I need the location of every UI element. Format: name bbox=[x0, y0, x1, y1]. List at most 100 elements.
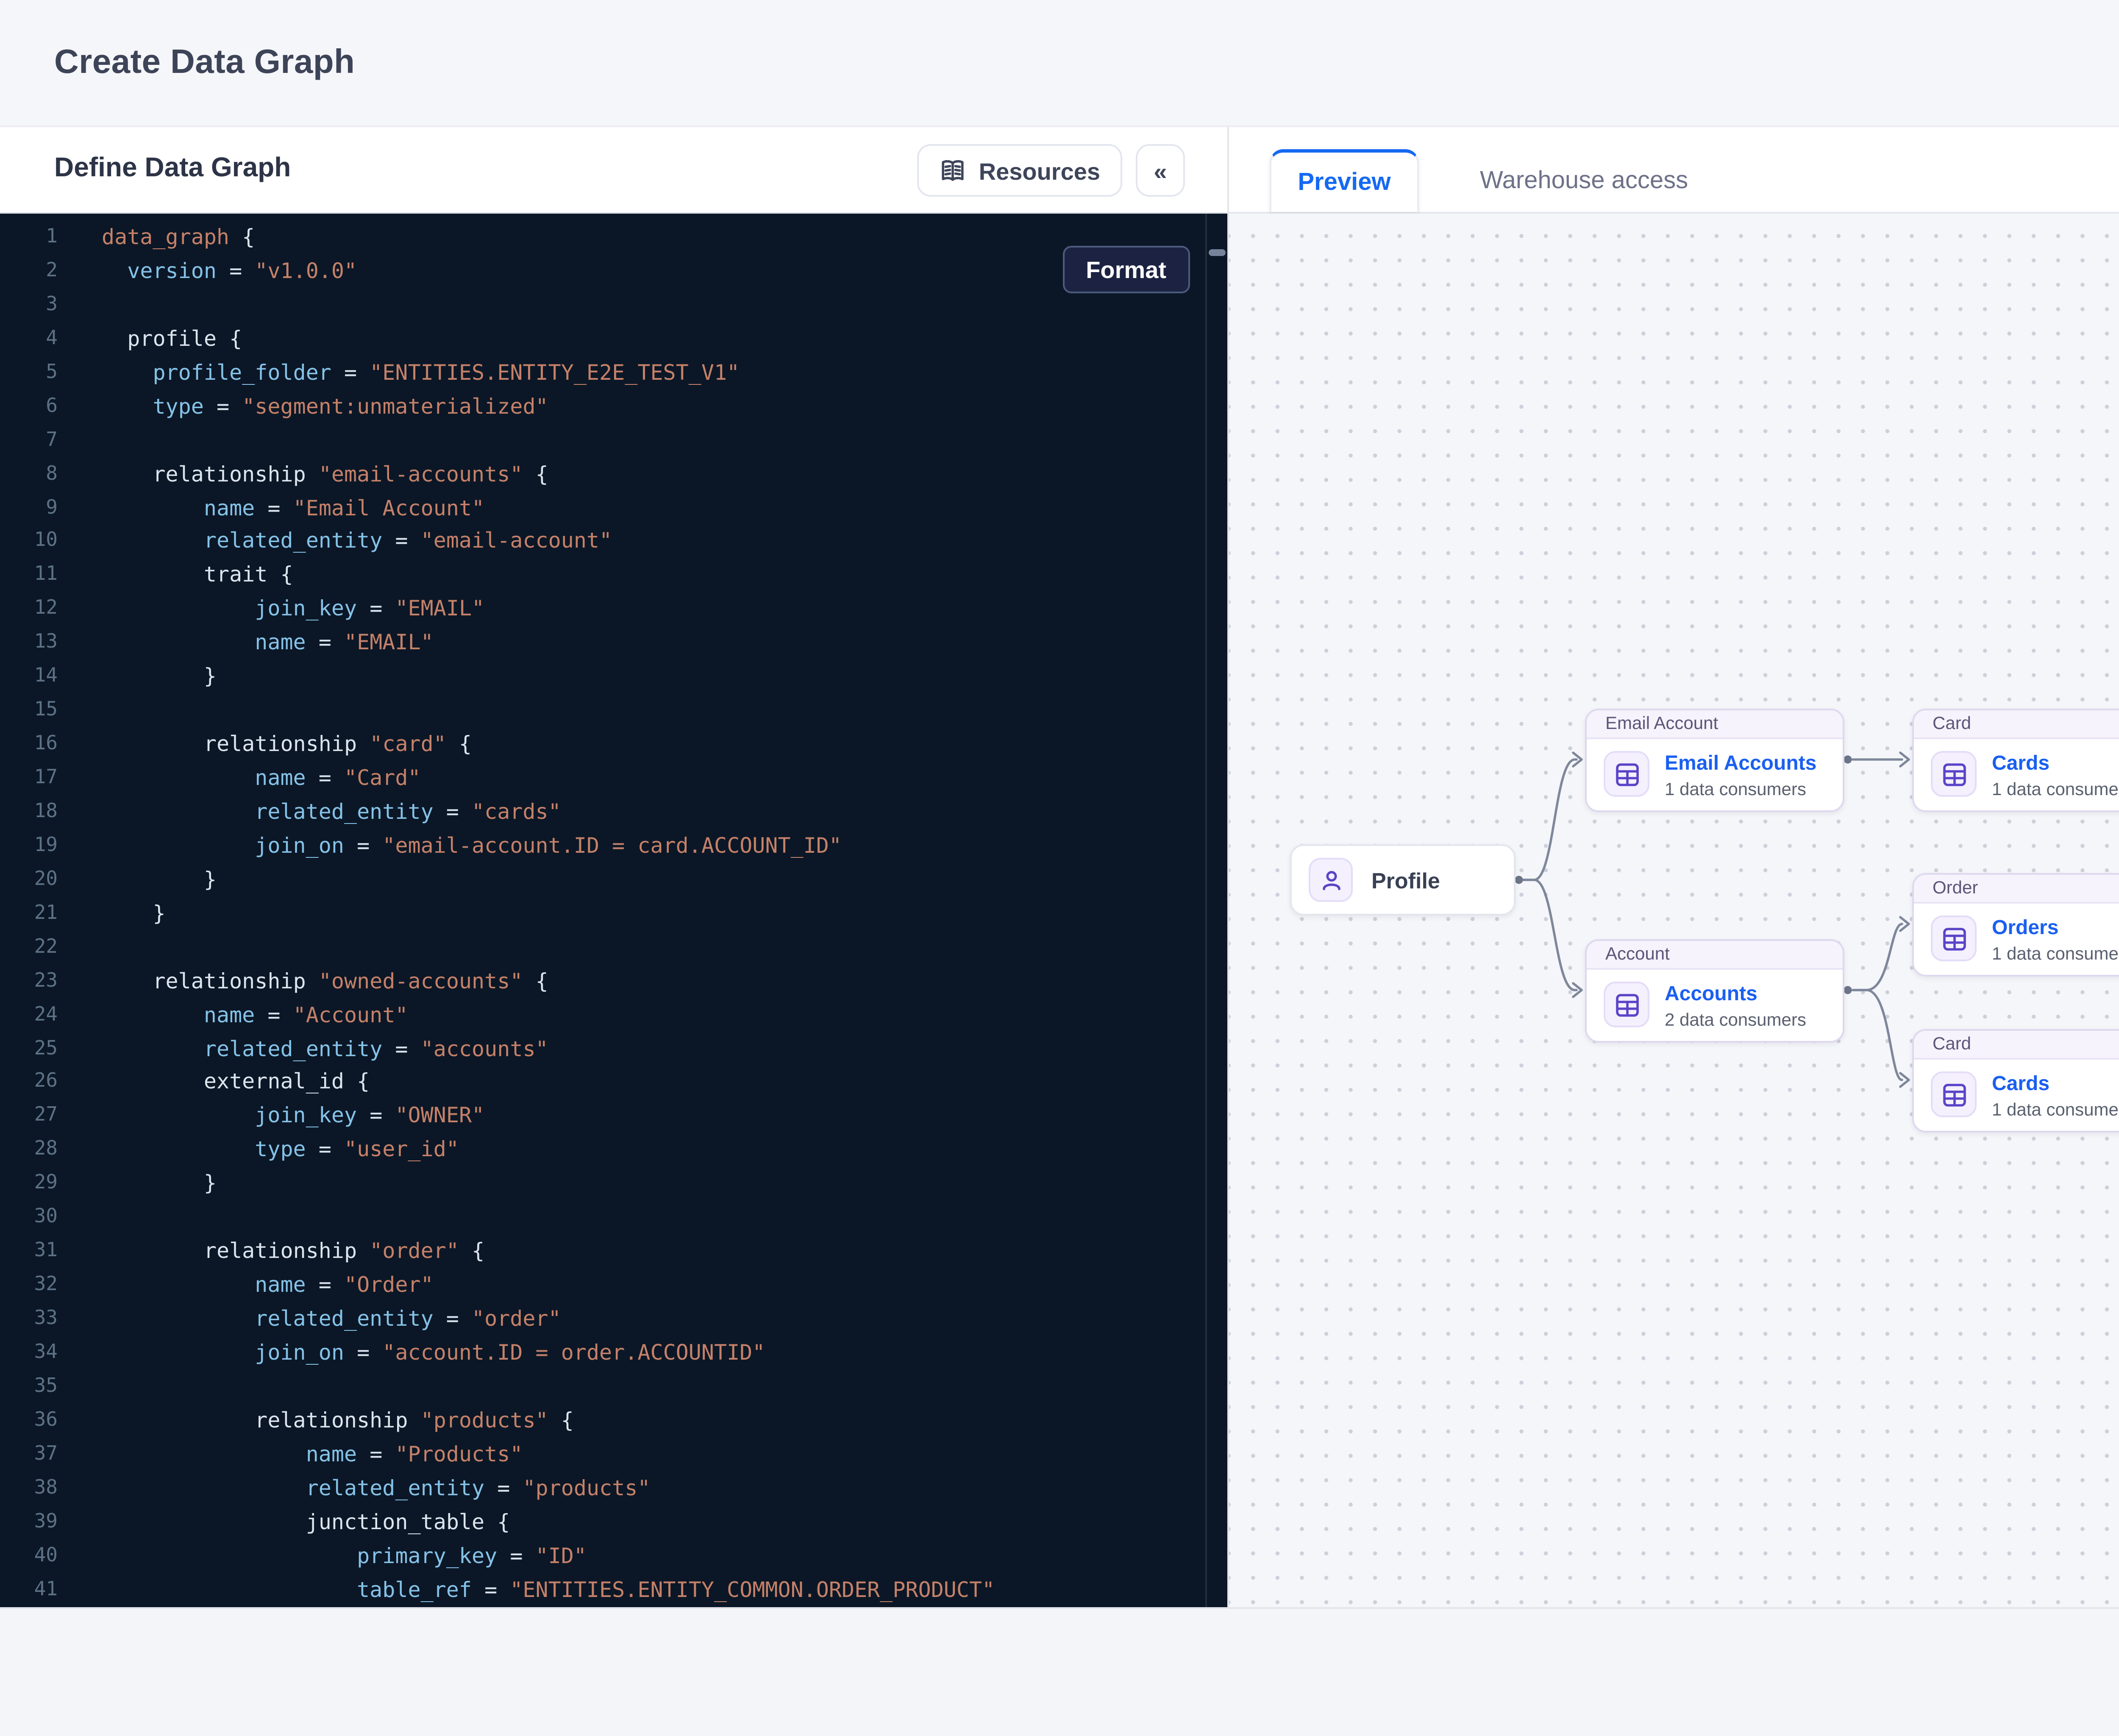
line-number: 30 bbox=[0, 1201, 58, 1235]
line-number: 23 bbox=[0, 964, 58, 998]
line-number: 21 bbox=[0, 896, 58, 930]
line-number: 25 bbox=[0, 1032, 58, 1066]
code-line: 27 join_key = "OWNER" bbox=[0, 1099, 1227, 1133]
line-number: 15 bbox=[0, 694, 58, 728]
line-number: 14 bbox=[0, 660, 58, 694]
entity-consumers: 1 data consumers bbox=[1992, 1100, 2119, 1121]
code-line: 26 external_id { bbox=[0, 1066, 1227, 1099]
code-line: 13 name = "EMAIL" bbox=[0, 626, 1227, 660]
line-number: 4 bbox=[0, 322, 58, 356]
create-data-graph-screen: Create Data Graph Cancel Define Data Gra… bbox=[0, 0, 2119, 1736]
line-number: 16 bbox=[0, 727, 58, 761]
node-profile[interactable]: Profile bbox=[1290, 844, 1516, 915]
line-number: 36 bbox=[0, 1403, 58, 1437]
code-line: 39 junction_table { bbox=[0, 1505, 1227, 1539]
code-line: 7 bbox=[0, 423, 1227, 457]
resources-label: Resources bbox=[979, 157, 1100, 184]
entity-consumers: 1 data consumers bbox=[1992, 944, 2119, 965]
code-line: 25 related_entity = "accounts" bbox=[0, 1032, 1227, 1066]
code-line: 14 } bbox=[0, 660, 1227, 694]
node-group-card-bottom[interactable]: Card Cards 1 data consumers bbox=[1912, 1029, 2119, 1132]
table-icon-tile bbox=[1931, 915, 1977, 961]
person-icon bbox=[1318, 867, 1343, 893]
code-line: 22 bbox=[0, 930, 1227, 964]
profile-icon-tile bbox=[1309, 858, 1353, 902]
code-line: 2 version = "v1.0.0" bbox=[0, 254, 1227, 288]
line-number: 28 bbox=[0, 1133, 58, 1167]
code-line: 12 join_key = "EMAIL" bbox=[0, 592, 1227, 626]
group-header: Card bbox=[1914, 710, 2119, 739]
group-header: Order bbox=[1914, 875, 2119, 904]
code-line: 16 relationship "card" { bbox=[0, 727, 1227, 761]
line-number: 38 bbox=[0, 1471, 58, 1505]
resources-button[interactable]: Resources bbox=[918, 144, 1122, 197]
page-title: Create Data Graph bbox=[54, 43, 355, 82]
line-number: 19 bbox=[0, 829, 58, 863]
code-line: 17 name = "Card" bbox=[0, 761, 1227, 795]
line-number: 3 bbox=[0, 288, 58, 322]
chevron-double-left-icon: « bbox=[1154, 157, 1167, 184]
code-line: 35 bbox=[0, 1370, 1227, 1404]
footer-action-bar: Save bbox=[0, 1607, 2119, 1736]
line-number: 37 bbox=[0, 1437, 58, 1471]
line-number: 35 bbox=[0, 1370, 58, 1404]
node-group-email-account[interactable]: Email Account Email Accounts 1 data cons… bbox=[1585, 709, 1844, 812]
line-number: 13 bbox=[0, 626, 58, 660]
panel-title: Define Data Graph bbox=[54, 154, 291, 185]
line-number: 12 bbox=[0, 592, 58, 626]
tab-warehouse-access[interactable]: Warehouse access bbox=[1460, 149, 1708, 212]
code-line: 23 relationship "owned-accounts" { bbox=[0, 964, 1227, 998]
line-number: 27 bbox=[0, 1099, 58, 1133]
line-number: 39 bbox=[0, 1505, 58, 1539]
line-number: 18 bbox=[0, 795, 58, 829]
table-icon bbox=[1942, 1082, 1966, 1106]
code-line: 5 profile_folder = "ENTITIES.ENTITY_E2E_… bbox=[0, 356, 1227, 389]
code-content: 1data_graph {2 version = "v1.0.0"34 prof… bbox=[0, 214, 1227, 1606]
code-editor[interactable]: 1data_graph {2 version = "v1.0.0"34 prof… bbox=[0, 214, 1227, 1607]
line-number: 8 bbox=[0, 457, 58, 491]
code-line: 32 name = "Order" bbox=[0, 1268, 1227, 1302]
collapse-panel-button[interactable]: « bbox=[1136, 144, 1185, 197]
line-number: 20 bbox=[0, 862, 58, 896]
entity-link[interactable]: Orders bbox=[1992, 915, 2119, 941]
line-number: 32 bbox=[0, 1268, 58, 1302]
line-number: 1 bbox=[0, 220, 58, 254]
code-line: 21 } bbox=[0, 896, 1227, 930]
line-number: 33 bbox=[0, 1302, 58, 1336]
format-button[interactable]: Format bbox=[1062, 246, 1190, 293]
book-icon bbox=[940, 157, 967, 184]
tab-bar: Preview Warehouse access bbox=[1229, 127, 2119, 214]
preview-panel: Preview Warehouse access bbox=[1229, 127, 2119, 1607]
entity-link[interactable]: Email Accounts bbox=[1665, 751, 1816, 776]
code-line: 34 join_on = "account.ID = order.ACCOUNT… bbox=[0, 1336, 1227, 1370]
code-line: 18 related_entity = "cards" bbox=[0, 795, 1227, 829]
editor-scrollbar-thumb[interactable] bbox=[1209, 249, 1226, 256]
code-line: 19 join_on = "email-account.ID = card.AC… bbox=[0, 829, 1227, 863]
editor-scrollbar[interactable] bbox=[1205, 214, 1227, 1607]
graph-canvas[interactable]: Profile Email Account Email Accounts 1 d… bbox=[1229, 214, 2119, 1607]
table-icon bbox=[1942, 926, 1966, 950]
code-line: 31 relationship "order" { bbox=[0, 1235, 1227, 1269]
code-line: 11 trait { bbox=[0, 559, 1227, 593]
line-number: 31 bbox=[0, 1235, 58, 1269]
line-number: 11 bbox=[0, 559, 58, 593]
tab-preview[interactable]: Preview bbox=[1270, 149, 1419, 212]
entity-link[interactable]: Cards bbox=[1992, 751, 2119, 776]
code-line: 29 } bbox=[0, 1167, 1227, 1201]
line-number: 10 bbox=[0, 525, 58, 559]
node-group-account[interactable]: Account Accounts 2 data consumers bbox=[1585, 939, 1844, 1043]
entity-link[interactable]: Cards bbox=[1992, 1071, 2119, 1097]
define-data-graph-panel: Define Data Graph Resources bbox=[0, 127, 1229, 1607]
left-panel-header: Define Data Graph Resources bbox=[0, 127, 1227, 214]
node-group-card-top[interactable]: Card Cards 1 data consumer bbox=[1912, 709, 2119, 812]
node-group-order[interactable]: Order Orders 1 data consumers bbox=[1912, 873, 2119, 976]
entity-consumers: 1 data consumers bbox=[1665, 780, 1816, 800]
table-icon bbox=[1942, 762, 1966, 786]
code-line: 24 name = "Account" bbox=[0, 998, 1227, 1032]
code-line: 6 type = "segment:unmaterialized" bbox=[0, 389, 1227, 423]
code-line: 15 bbox=[0, 694, 1227, 728]
code-line: 30 bbox=[0, 1201, 1227, 1235]
code-line: 40 primary_key = "ID" bbox=[0, 1538, 1227, 1572]
table-icon-tile bbox=[1931, 751, 1977, 797]
entity-link[interactable]: Accounts bbox=[1665, 982, 1806, 1007]
